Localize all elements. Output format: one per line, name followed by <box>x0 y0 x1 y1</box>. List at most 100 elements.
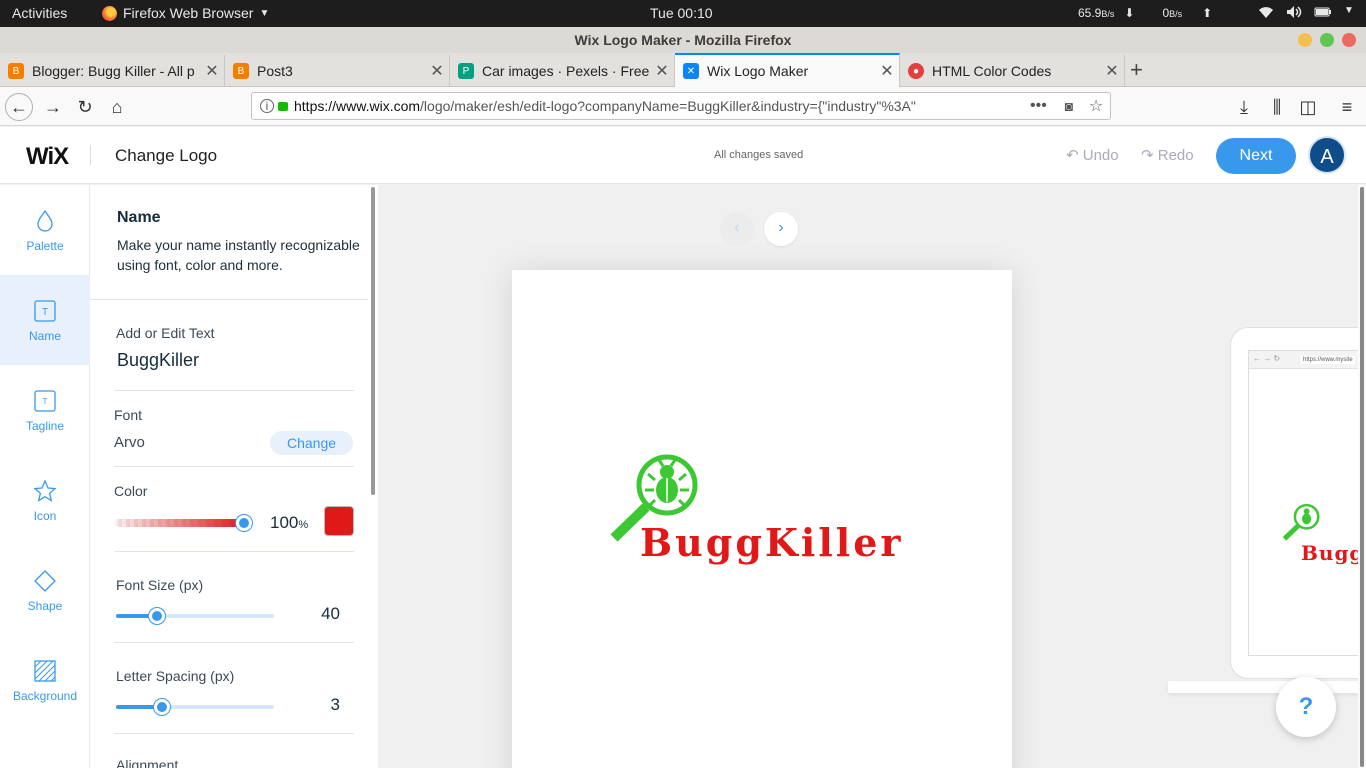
app-menu-label: Firefox Web Browser <box>123 5 254 21</box>
net-up-unit: B/s <box>1169 9 1183 19</box>
sidebar-item-palette[interactable]: Palette <box>0 185 90 275</box>
opacity-slider[interactable] <box>114 515 252 531</box>
home-button[interactable]: ⌂ <box>103 93 131 121</box>
font-size-slider[interactable] <box>116 608 274 624</box>
redo-label: Redo <box>1157 147 1194 164</box>
next-button[interactable]: Next <box>1216 138 1296 174</box>
svg-text:T: T <box>42 307 48 318</box>
bug-magnifier-icon <box>1282 503 1320 541</box>
font-size-value[interactable]: 40 <box>321 604 340 624</box>
avatar[interactable]: A <box>1308 136 1346 174</box>
panel-title: Name <box>117 209 161 226</box>
logo-name-input[interactable]: BuggKiller <box>117 350 199 371</box>
letter-spacing-slider[interactable] <box>116 699 274 715</box>
text-box-icon: T <box>34 300 56 322</box>
maximize-button[interactable] <box>1320 33 1334 47</box>
close-tab-icon[interactable]: ✕ <box>425 61 449 81</box>
caret-down-icon: ▼ <box>1344 5 1354 16</box>
tab-label: Post3 <box>257 63 293 79</box>
color-swatch[interactable] <box>324 506 354 536</box>
app-menu[interactable]: Firefox Web Browser ▼ <box>102 5 269 21</box>
change-font-button[interactable]: Change <box>270 431 353 455</box>
sidebar-item-name[interactable]: T Name <box>0 275 90 365</box>
font-size-label: Font Size (px) <box>116 577 204 593</box>
hatched-square-icon <box>34 660 56 682</box>
help-button[interactable]: ? <box>1276 677 1336 737</box>
new-tab-button[interactable]: + <box>1130 57 1143 83</box>
letter-spacing-section: Letter Spacing (px) 3 <box>114 643 354 734</box>
downloads-icon[interactable]: ⤓ <box>1230 93 1258 121</box>
info-icon[interactable]: i <box>260 99 274 113</box>
sidebar-item-label: Shape <box>27 599 63 613</box>
close-tab-icon[interactable]: ✕ <box>875 61 899 81</box>
logo-preview-canvas: ‹ › BuggKiller ← → ↻ https://www.mysite <box>378 185 1358 768</box>
opacity-value: 100% <box>270 513 308 533</box>
close-tab-icon[interactable]: ✕ <box>1100 61 1124 81</box>
pexels-icon: P <box>458 63 474 79</box>
reload-button[interactable]: ↻ <box>71 93 99 121</box>
previous-preview-button[interactable]: ‹ <box>720 212 754 246</box>
sidebar-item-shape[interactable]: Shape <box>0 545 90 635</box>
sidebar-icon[interactable]: ◫ <box>1294 93 1322 121</box>
text-section: Add or Edit Text BuggKiller <box>114 300 354 391</box>
mock-browser-bar: ← → ↻ https://www.mysite <box>1249 351 1358 369</box>
redo-button[interactable]: ↷ Redo <box>1141 146 1194 164</box>
lock-icon[interactable] <box>278 101 288 111</box>
letter-spacing-slider-handle[interactable] <box>154 699 170 715</box>
laptop-screen: ← → ↻ https://www.mysite Bugg <box>1248 350 1358 656</box>
back-button[interactable]: ← <box>5 93 33 121</box>
laptop-mockup: ← → ↻ https://www.mysite Bugg <box>1230 327 1358 679</box>
opacity-slider-handle[interactable] <box>236 515 252 531</box>
close-tab-icon[interactable]: ✕ <box>650 61 674 81</box>
undo-icon: ↶ <box>1066 147 1079 164</box>
opacity-slider-fill <box>114 519 244 527</box>
undo-button[interactable]: ↶ Undo <box>1066 146 1119 164</box>
tab-pexels[interactable]: P Car images · Pexels · Free ✕ <box>450 55 675 87</box>
page-title: Change Logo <box>115 146 218 165</box>
tab-html-color-codes[interactable]: ● HTML Color Codes ✕ <box>900 55 1125 87</box>
url-bar[interactable]: i https://www.wix.com/logo/maker/esh/edi… <box>251 92 1111 120</box>
window-title-bar: Wix Logo Maker - Mozilla Firefox <box>0 27 1366 53</box>
clock[interactable]: Tue 00:10 <box>650 5 713 21</box>
logo-name-text[interactable]: BuggKiller <box>640 520 903 565</box>
tab-strip: B Blogger: Bugg Killer - All p ✕ B Post3… <box>0 53 1366 87</box>
page-actions-icon[interactable]: ••• <box>1030 97 1056 115</box>
letter-spacing-value[interactable]: 3 <box>331 695 340 715</box>
download-arrow-icon: ⬇ <box>1124 6 1135 20</box>
opacity-unit: % <box>298 519 309 531</box>
font-size-slider-handle[interactable] <box>149 608 165 624</box>
panel-scrollbar[interactable] <box>371 187 375 495</box>
page-scrollbar[interactable] <box>1358 185 1366 768</box>
text-box-small-icon: T <box>34 390 56 412</box>
firefox-icon <box>102 5 117 21</box>
sidebar-item-icon[interactable]: Icon <box>0 455 90 545</box>
menu-icon[interactable]: ≡ <box>1333 93 1361 121</box>
url-text[interactable]: https://www.wix.com/logo/maker/esh/edit-… <box>288 98 1030 114</box>
system-tray[interactable]: ▼ <box>1258 5 1354 19</box>
bookmark-star-icon[interactable]: ☆ <box>1082 96 1110 116</box>
redo-icon: ↷ <box>1141 147 1154 164</box>
tab-wix-logo-maker[interactable]: ✕ Wix Logo Maker ✕ <box>675 53 900 87</box>
wix-header: WiX Change Logo All changes saved ↶ Undo… <box>0 127 1366 184</box>
pocket-icon[interactable]: ◙ <box>1056 98 1082 114</box>
close-tab-icon[interactable]: ✕ <box>200 61 224 81</box>
tab-label: Wix Logo Maker <box>707 63 809 79</box>
tab-blogger[interactable]: B Blogger: Bugg Killer - All p ✕ <box>0 55 225 87</box>
forward-button[interactable]: → <box>39 93 67 121</box>
sidebar-item-background[interactable]: Background <box>0 635 90 725</box>
color-section: Color 100% <box>114 467 354 552</box>
library-icon[interactable]: ⫼ <box>1263 93 1291 121</box>
next-preview-button[interactable]: › <box>764 212 798 246</box>
font-label: Font <box>114 407 143 423</box>
diamond-icon <box>34 570 56 592</box>
drop-icon <box>37 210 53 232</box>
close-window-button[interactable] <box>1342 33 1356 47</box>
wix-logo[interactable]: WiX <box>26 143 69 171</box>
color-label: Color <box>114 483 148 499</box>
sidebar-item-tagline[interactable]: T Tagline <box>0 365 90 455</box>
tab-post3[interactable]: B Post3 ✕ <box>225 55 450 87</box>
activities-button[interactable]: Activities <box>12 5 67 21</box>
minimize-button[interactable] <box>1298 33 1312 47</box>
sidebar-item-label: Name <box>28 329 61 343</box>
tab-label: HTML Color Codes <box>932 63 1052 79</box>
